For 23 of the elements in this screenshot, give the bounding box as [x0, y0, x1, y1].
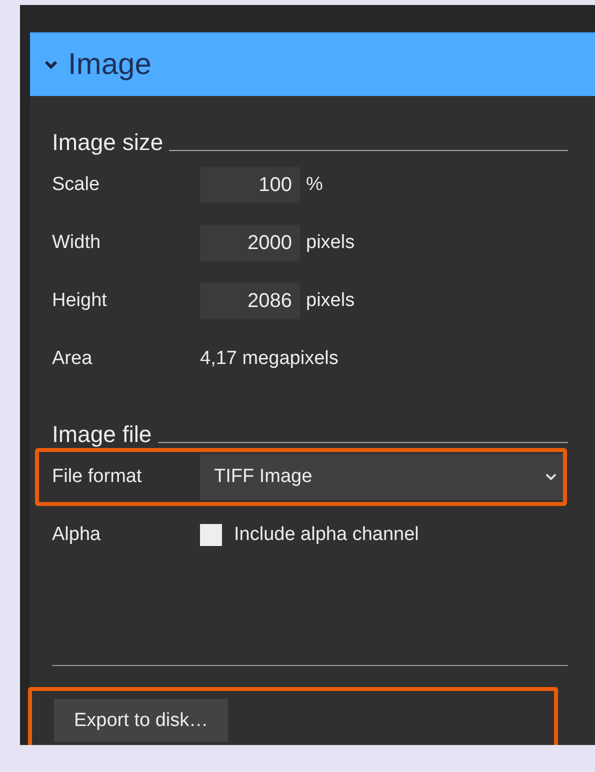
unit-label: pixels: [306, 290, 355, 312]
field-label: File format: [52, 466, 143, 488]
caret-icon: [545, 473, 557, 481]
field-label: Scale: [52, 174, 101, 196]
unit-label: pixels: [306, 232, 355, 254]
field-label: Width: [52, 232, 102, 254]
value-text: 4,17 megapixels: [200, 348, 338, 370]
export-button[interactable]: Export to disk…: [54, 699, 228, 742]
unit-label: %: [306, 174, 323, 196]
checkbox[interactable]: [200, 524, 222, 546]
field-label: Area: [52, 348, 94, 370]
input-field[interactable]: 100: [200, 167, 300, 203]
panel-header[interactable]: Image: [30, 32, 595, 96]
section-title: Image size: [52, 129, 164, 156]
checkbox-label: Include alpha channel: [234, 524, 419, 546]
panel-title: Image: [68, 48, 152, 82]
input-field[interactable]: 2000: [200, 225, 300, 261]
field-label: Height: [52, 290, 108, 312]
section-title: Image file: [52, 421, 152, 448]
chevron-icon: [44, 60, 58, 70]
input-field[interactable]: 2086: [200, 283, 300, 319]
format-dropdown[interactable]: TIFF Image: [200, 454, 563, 500]
field-label: Alpha: [52, 524, 102, 546]
